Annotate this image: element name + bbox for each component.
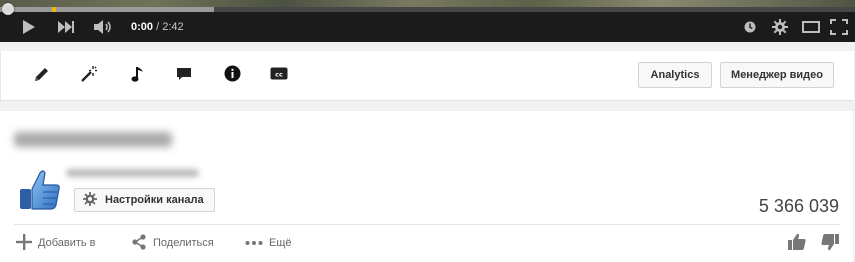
info-icon [224, 65, 241, 87]
channel-settings-label: Настройки канала [105, 194, 204, 206]
time-current: 0:00 [131, 21, 154, 33]
share-icon [131, 233, 147, 253]
progress-marker [52, 7, 56, 12]
fullscreen-icon [830, 19, 848, 35]
theater-mode-button[interactable] [801, 17, 821, 37]
dislike-button[interactable] [819, 233, 841, 256]
thumbs-up-avatar-icon [16, 170, 64, 217]
channel-avatar[interactable] [16, 165, 64, 213]
time-total: / 2:42 [156, 21, 184, 33]
settings-icon [772, 19, 788, 35]
pencil-icon [33, 65, 51, 88]
channel-name-redacted [66, 169, 199, 177]
video-player: 0:00 / 2:42 [0, 0, 855, 42]
time-display: 0:00 / 2:42 [131, 21, 184, 33]
share-button[interactable]: Поделиться [131, 233, 214, 253]
more-dots-icon [245, 237, 263, 249]
annotations-button[interactable] [174, 66, 194, 86]
progress-bar[interactable] [0, 7, 855, 12]
annotation-icon [176, 67, 192, 86]
info-settings-button[interactable] [222, 65, 242, 87]
plus-icon [16, 233, 32, 253]
captions-icon: cc [270, 67, 288, 85]
watch-later-button[interactable] [742, 17, 758, 37]
view-count: 5 366 039 [758, 196, 839, 216]
magic-wand-icon [80, 65, 98, 88]
add-to-label: Добавить в [38, 237, 96, 249]
video-manager-button[interactable]: Менеджер видео [720, 62, 834, 88]
more-button[interactable]: Ещё [245, 235, 292, 251]
subtitles-button[interactable]: cc [269, 66, 289, 86]
watch-later-icon [744, 21, 756, 33]
divider [14, 224, 840, 225]
gear-icon [83, 191, 97, 209]
settings-button[interactable] [770, 17, 790, 37]
video-manager-label: Менеджер видео [731, 69, 823, 81]
progress-buffered [0, 7, 214, 12]
add-to-button[interactable]: Добавить в [16, 233, 96, 253]
play-icon [22, 19, 36, 35]
video-info-panel: Настройки канала 5 366 039 Добавить в По… [0, 111, 853, 262]
more-label: Ещё [269, 237, 292, 249]
enhancements-button[interactable] [79, 65, 99, 88]
audio-button[interactable] [128, 66, 148, 86]
analytics-button[interactable]: Analytics [638, 62, 712, 88]
like-button[interactable] [786, 233, 808, 256]
volume-icon [93, 19, 113, 35]
play-button[interactable] [20, 17, 38, 37]
creator-toolbar: cc Analytics Менеджер видео [0, 51, 854, 101]
dislike-icon [820, 233, 840, 256]
fullscreen-button[interactable] [829, 17, 849, 37]
share-label: Поделиться [153, 237, 214, 249]
like-icon [787, 233, 807, 256]
scrubber-handle[interactable] [2, 3, 14, 15]
theater-mode-icon [802, 21, 820, 33]
channel-settings-button[interactable]: Настройки канала [74, 188, 215, 212]
next-icon [57, 20, 75, 34]
edit-video-button[interactable] [32, 66, 52, 86]
svg-text:cc: cc [275, 70, 283, 78]
next-button[interactable] [56, 17, 76, 37]
video-frame-strip [0, 0, 855, 7]
music-note-icon [131, 65, 145, 88]
video-title-redacted [14, 132, 172, 147]
volume-button[interactable] [92, 17, 114, 37]
analytics-label: Analytics [650, 69, 700, 81]
